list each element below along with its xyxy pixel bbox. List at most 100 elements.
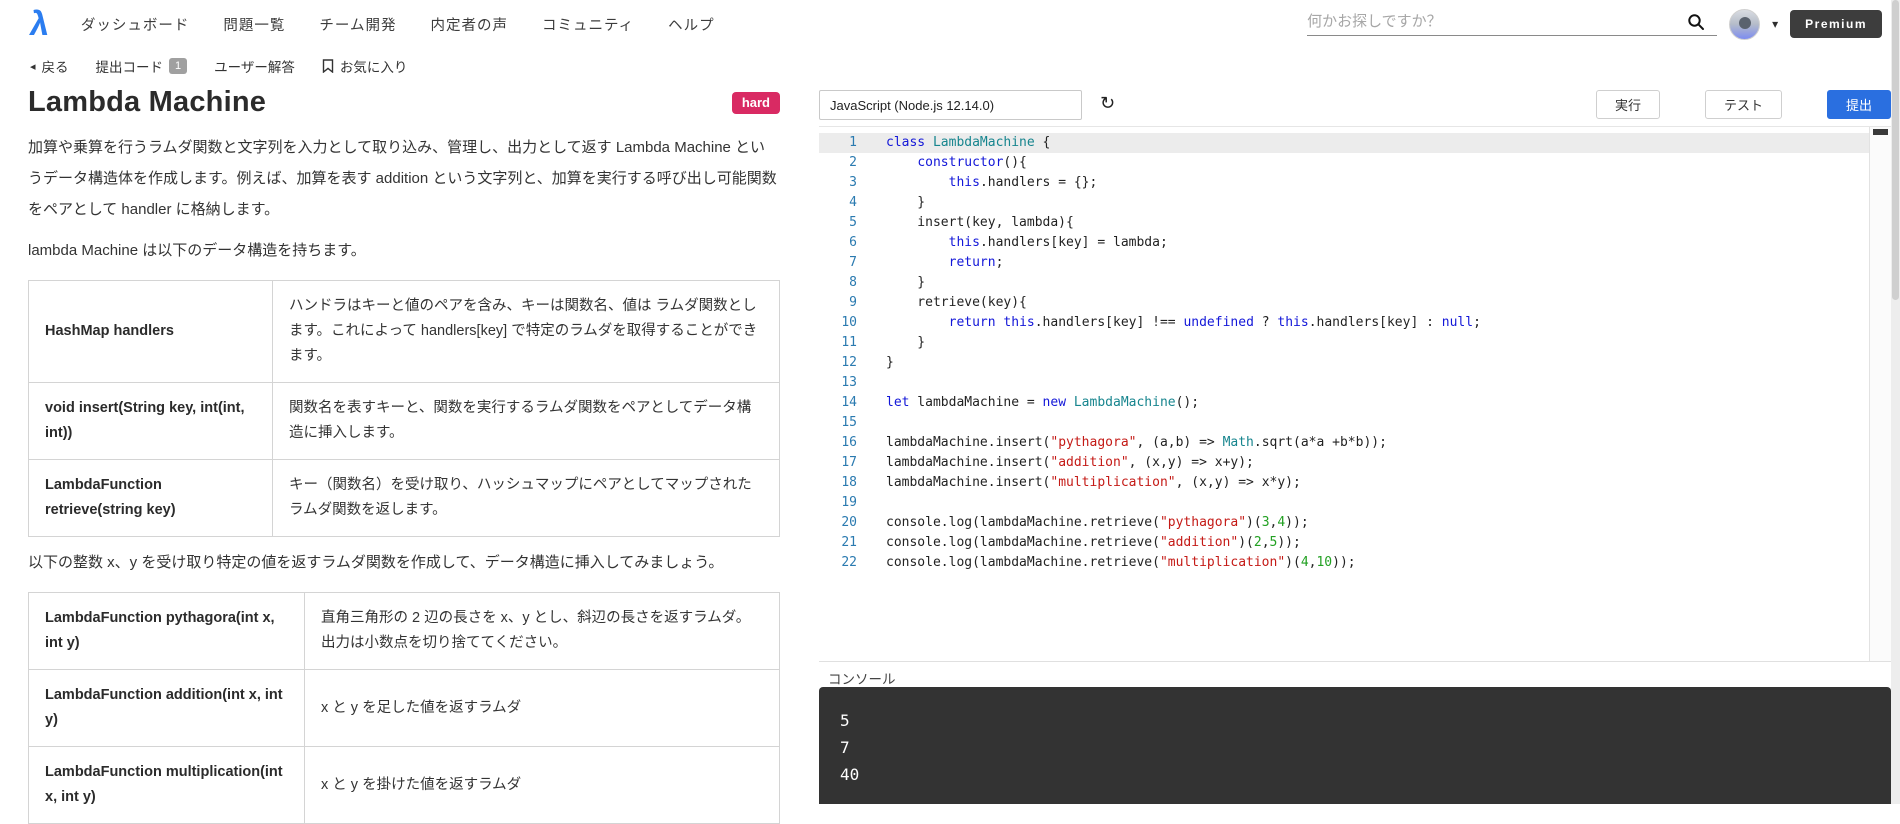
code-line[interactable]: 17 lambdaMachine.insert("addition", (x,y)… [819,453,1891,473]
code-text: } [886,355,894,370]
line-number: 16 [841,435,857,450]
code-text: console.log(lambdaMachine.retrieve("mult… [886,555,1356,570]
code-line[interactable]: 9 retrieve(key){ [819,293,1891,313]
line-number: 19 [841,495,857,510]
code-line[interactable]: 12} [819,353,1891,373]
line-number: 12 [841,355,857,370]
code-text: this.handlers = {}; [948,175,1098,190]
desc-cell: 関数名を表すキーと、関数を実行するラムダ関数をペアとしてデータ構造に挿入します。 [272,382,780,460]
difficulty-badge: hard [731,91,780,114]
term-cell: LambdaFunction multiplication(int x, int… [28,746,305,824]
premium-button[interactable]: Premium [1790,10,1882,38]
nav-item[interactable]: コミュニティ [542,14,634,35]
code-line[interactable]: 6 this.handlers[key] = lambda; [819,233,1891,253]
code-line[interactable]: 22 console.log(lambdaMachine.retrieve("mu… [819,553,1891,573]
search-icon[interactable] [1687,13,1705,31]
bookmark-icon [322,59,334,73]
line-number: 13 [841,375,857,390]
editor-toolbar: JavaScript (Node.js 12.14.0) ↻ 実行 テスト 提出 [819,90,1891,126]
code-text: this.handlers[key] = lambda; [948,235,1168,250]
lambda-logo-icon[interactable]: λ [28,5,51,43]
console-output: 5 7 40 [819,687,1891,804]
code-text: lambdaMachine.insert("pythagora", (a,b) … [886,435,1387,450]
line-number: 21 [841,535,857,550]
code-text: } [886,195,926,210]
language-select[interactable]: JavaScript (Node.js 12.14.0) [819,90,1082,120]
code-line[interactable]: 7 return; [819,253,1891,273]
nav-item[interactable]: 内定者の声 [431,14,509,35]
structure-lead: lambda Machine は以下のデータ構造を持ちます。 [28,242,366,259]
code-text: return this.handlers[key] !== undefined … [948,315,1481,330]
code-editor[interactable]: 1 class LambdaMachine {2 constructor(){3 … [819,126,1891,662]
code-line[interactable]: 16 lambdaMachine.insert("pythagora", (a,b… [819,433,1891,453]
back-arrow-icon: ◂ [30,60,36,73]
search-input[interactable] [1307,13,1688,30]
editor-scrollbar-thumb[interactable] [1873,129,1888,135]
line-number: 20 [841,515,857,530]
code-line[interactable]: 5 insert(key, lambda){ [819,213,1891,233]
code-lines: 1 class LambdaMachine {2 constructor(){3 … [819,133,1891,573]
code-line[interactable]: 14 let lambdaMachine = new LambdaMachine(… [819,393,1891,413]
code-line[interactable]: 13 [819,373,1891,393]
line-number: 15 [841,415,857,430]
back-label: 戻る [41,60,69,75]
user-answers-tab[interactable]: ユーザー解答 [214,56,295,76]
page-scrollbar[interactable] [1891,0,1900,804]
test-button[interactable]: テスト [1704,90,1782,119]
code-line[interactable]: 10 return this.handlers[key] !== undefin… [819,313,1891,333]
submit-button[interactable]: 提出 [1826,90,1891,119]
favorite-label: お気に入り [339,60,408,75]
problem-intro: 加算や乗算を行うラムダ関数と文字列を入力として取り込み、管理し、出力として返す … [28,139,777,218]
nav-item[interactable]: 問題一覧 [223,14,285,35]
code-line[interactable]: 11 } [819,333,1891,353]
desc-cell: x と y を掛けた値を返すラムダ [304,746,780,824]
chevron-down-icon[interactable]: ▾ [1772,17,1778,31]
nav-item[interactable]: ダッシュボード [81,14,190,35]
code-line[interactable]: 8 } [819,273,1891,293]
run-button[interactable]: 実行 [1595,90,1660,119]
code-line[interactable]: 19 [819,493,1891,513]
line-number: 7 [849,255,857,270]
back-button[interactable]: ◂ 戻る [30,56,69,76]
task-lead: 以下の整数 x、y を受け取り特定の値を返すラムダ関数を作成して、データ構造に挿… [28,554,724,571]
desc-cell: ハンドラはキーと値のペアを含み、キーは関数名、値は ラムダ関数とします。これによ… [272,280,780,383]
code-line[interactable]: 18 lambdaMachine.insert("multiplication",… [819,473,1891,493]
line-number: 11 [841,335,857,350]
page-title: Lambda Machine [28,86,267,118]
code-text: constructor(){ [917,155,1027,170]
line-number: 6 [849,235,857,250]
nav-item[interactable]: チーム開発 [319,14,396,35]
console-output-line: 5 [840,711,850,730]
editor-scrollbar[interactable] [1869,127,1891,661]
main-nav: ダッシュボード 問題一覧 チーム開発 内定者の声 コミュニティ ヘルプ [81,14,715,35]
code-line[interactable]: 20 console.log(lambdaMachine.retrieve("py… [819,513,1891,533]
code-line[interactable]: 2 constructor(){ [819,153,1891,173]
line-number: 17 [841,455,857,470]
refresh-icon[interactable]: ↻ [1100,93,1115,114]
code-line[interactable]: 15 [819,413,1891,433]
task-table: LambdaFunction pythagora(int x, int y) 直角… [28,592,780,824]
code-workspace: JavaScript (Node.js 12.14.0) ↻ 実行 テスト 提出… [819,90,1891,804]
code-text: lambdaMachine.insert("multiplication", (… [886,475,1301,490]
term-cell: LambdaFunction addition(int x, int y) [28,669,305,747]
code-text: lambdaMachine.insert("addition", (x,y) =… [886,455,1254,470]
code-text: } [886,275,926,290]
code-line[interactable]: 21 console.log(lambdaMachine.retrieve("ad… [819,533,1891,553]
table-row: void insert(String key, int(int, int)) 関数… [28,382,780,460]
line-number: 9 [849,295,857,310]
code-line[interactable]: 4 } [819,193,1891,213]
code-line[interactable]: 1 class LambdaMachine { [819,133,1891,153]
code-text: retrieve(key){ [886,295,1027,310]
header-right: ▾ Premium [1307,0,1882,48]
line-number: 1 [849,135,857,150]
nav-item[interactable]: ヘルプ [668,14,715,35]
submitted-code-tab[interactable]: 提出コード 1 [96,56,188,76]
page-scrollbar-thumb[interactable] [1892,0,1899,300]
console-label: コンソール [828,672,896,687]
code-text: return; [948,255,1004,270]
problem-pane: Lambda Machine hard 加算や乗算を行うラムダ関数と文字列を入力… [28,86,780,824]
user-avatar[interactable] [1729,8,1761,40]
code-line[interactable]: 3 this.handlers = {}; [819,173,1891,193]
favorite-button[interactable]: お気に入り [322,56,408,76]
term-cell: LambdaFunction pythagora(int x, int y) [28,592,305,670]
